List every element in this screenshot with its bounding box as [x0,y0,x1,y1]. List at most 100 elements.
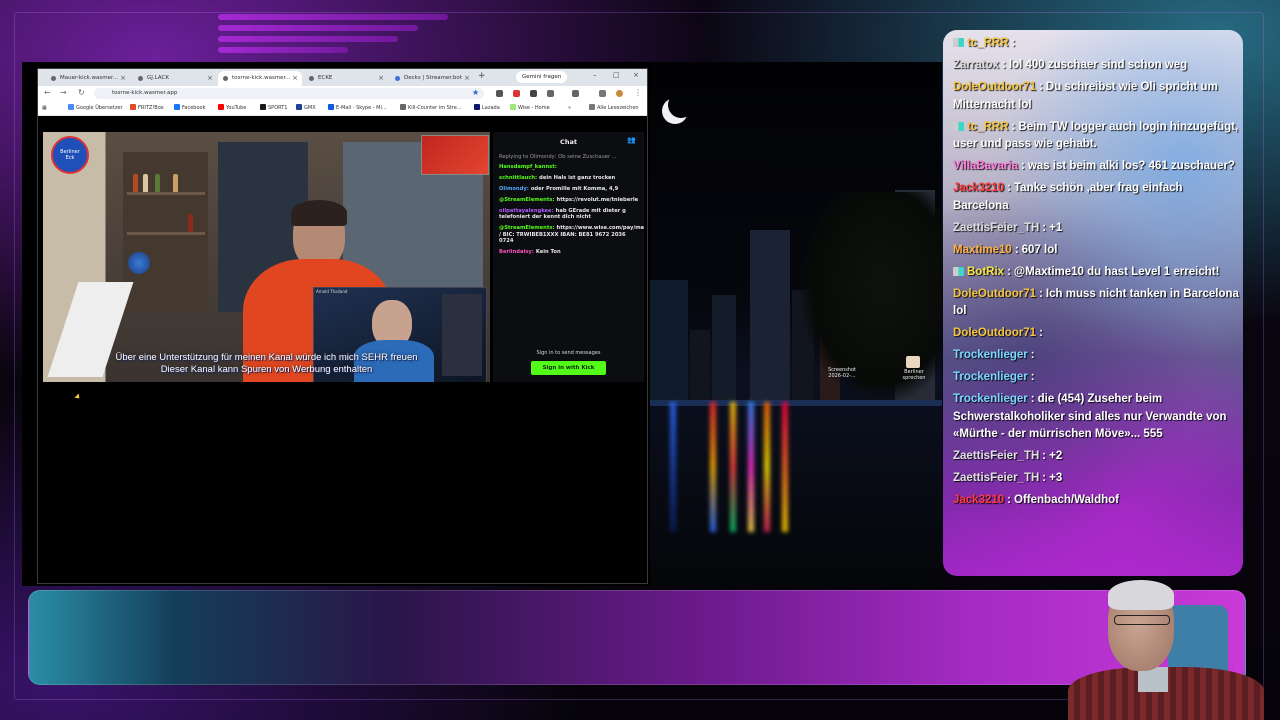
separator: : [1042,221,1047,234]
signin-button[interactable]: Sign in with Kick [531,361,606,375]
extension-icon[interactable] [547,90,554,97]
separator: : [1042,472,1047,484]
extension-icon[interactable] [513,90,520,97]
overlay-username: Trockenlieger [953,393,1028,405]
light-reflection [764,402,770,532]
tab-label: ECKE [318,75,333,81]
minimize-icon[interactable]: – [593,71,597,79]
overlay-message-text: @Maxtime10 du hast Level 1 erreicht! [1013,265,1220,278]
maximize-icon[interactable]: □ [613,71,620,79]
bookmark-item[interactable]: YouTube [218,101,246,115]
browser-tab[interactable]: ECKE × [304,71,388,86]
chat-username[interactable]: @StreamElements: [499,225,555,231]
overlay-username: Jack3210 [953,494,1005,506]
extension-icon[interactable] [530,90,537,97]
close-tab-icon[interactable]: × [378,71,384,86]
overlay-username: ZaettisFeier_TH [953,450,1040,462]
bookmark-item[interactable]: Kill-Counter im Stre... [400,101,462,115]
bookmarks-more[interactable]: » [568,101,571,115]
overlay-username: DoleOutdoor71 [953,81,1037,93]
light-reflection [748,402,754,532]
overlay-username: Jack3210 [953,182,1005,194]
overlay-username: ZaettisFeier_TH [953,221,1040,234]
bookmark-item[interactable]: Google Übersetzer [68,101,123,115]
separator: : [1007,265,1011,278]
gemini-button[interactable]: Gemini fragen [516,71,568,83]
chat-text: https://revolut.me/tnieberle [556,196,639,203]
chat-username[interactable]: @StreamElements: [499,197,555,203]
browser-tab-active[interactable]: tosrne-kick.wasmer... × [218,71,302,86]
stream-chat-panel: Chat 👥 Replying to Olimondy: Ob seine Zus… [493,132,644,382]
address-bar-row: ← → ↻ tosrne-kick.wasmer.app ★ ⋮ [38,86,647,102]
close-tab-icon[interactable]: × [464,71,470,86]
bookmark-item[interactable]: FRITZ!Box [130,101,164,115]
separator: : [1039,327,1043,339]
overlay-chat-line: Trockenlieger: [951,369,1239,387]
users-icon[interactable]: 👥 [627,136,636,144]
forward-icon[interactable]: → [60,88,67,97]
bookmark-star-icon[interactable]: ★ [472,88,479,97]
chat-username[interactable]: schnittlauch: [499,175,537,181]
browser-tab[interactable]: Decks | Streamer.bot × [390,71,474,86]
desktop-icon-screenshot[interactable]: Screenshot 2026-02-... [822,367,862,379]
favicon-icon [395,76,400,81]
new-tab-button[interactable]: + [478,71,486,81]
extension-icon[interactable] [496,90,503,97]
bottle [188,214,193,232]
back-icon[interactable]: ← [44,88,51,97]
close-tab-icon[interactable]: × [120,71,126,86]
building [750,230,790,400]
overlay-chat-line: Trockenlieger: die (454) Zuseher beim Sch… [951,391,1239,444]
close-tab-icon[interactable]: × [292,71,298,86]
overlay-chat-line: VillaBavaria: was ist beim alki los? 461 … [951,158,1239,176]
browser-window: Mauer-kick.wasmer... × GJ.LACK × tosrne-… [37,68,648,584]
bottle [173,174,178,192]
bookmark-item[interactable]: Wise - Home [510,101,550,115]
overlay-chat-line: BotRix: @Maxtime10 du hast Level 1 erreic… [951,264,1239,282]
close-window-icon[interactable]: × [633,71,639,79]
chat-message: Olimondy: oder Promille mit Komma, 4,9 [499,186,639,193]
extension-icon[interactable] [599,90,606,97]
bookmark-item[interactable]: Facebook [174,101,206,115]
overlay-chat-line: tc_RRR: [951,35,1239,53]
chat-username[interactable]: Olimondy: [499,186,529,192]
reload-icon[interactable]: ↻ [78,88,85,97]
all-bookmarks[interactable]: Alle Lesezeichen [589,101,639,115]
close-tab-icon[interactable]: × [207,71,213,86]
overlay-chat-line: DoleOutdoor71: [951,325,1239,343]
overlay-username: Maxtime10 [953,243,1012,256]
overlay-chat-line: Zarratox: lol 400 zuschaer sind schon weg [951,57,1239,75]
building [650,280,688,400]
chat-message: Replying to Olimondy: Ob seine Zuschauer … [499,154,639,161]
overlay-chat-messages: tc_RRR: Zarratox: lol 400 zuschaer sind sc… [951,35,1239,514]
bookmark-item[interactable]: SPORT1 [260,101,287,115]
city-night-background: Screenshot 2026-02-... Berliner sprechen [650,62,942,586]
apps-icon[interactable]: ▦ [42,101,47,115]
browser-tab[interactable]: GJ.LACK × [133,71,217,86]
profile-avatar-icon[interactable] [616,90,623,97]
globe [128,252,150,274]
overlay-chat-line: Trockenlieger: [951,347,1239,365]
folder-icon[interactable] [906,356,920,368]
overlay-chat-line: ZaettisFeier_TH: +2 [951,448,1239,466]
chat-username[interactable]: Hansdampf_kannst: [499,164,557,170]
bookmark-item[interactable]: Lazada [474,101,500,115]
chat-text: oder Promille mit Komma, 4,9 [530,185,619,192]
overlay-message-text: Offenbach/Waldhof [1014,494,1119,506]
chat-username[interactable]: Berlindaisy: [499,249,534,255]
desktop-icon-berliner[interactable]: Berliner sprechen [894,369,934,381]
overlay-username: DoleOutdoor71 [953,287,1037,300]
video-player[interactable]: Berliner Eck Arnold Thailand Über eine U… [43,132,490,382]
bookmark-item[interactable]: GMX [296,101,316,115]
overlay-username: Trockenlieger [953,371,1028,383]
browser-tab[interactable]: Mauer-kick.wasmer... × [46,71,130,86]
menu-icon[interactable]: ⋮ [634,88,642,97]
chat-username[interactable]: oilpattayalengkee: [499,208,554,214]
chat-messages: Replying to Olimondy: Ob seine Zuschauer … [499,154,644,260]
chat-username[interactable]: Replying to Olimondy: [499,154,556,160]
url-input[interactable]: tosrne-kick.wasmer.app [94,88,484,99]
extension-icon[interactable] [572,90,579,97]
bookmark-item[interactable]: E-Mail - Skype - Mi... [328,101,387,115]
overlay-message-text: 607 lol [1021,243,1058,256]
separator: : [1014,243,1019,256]
